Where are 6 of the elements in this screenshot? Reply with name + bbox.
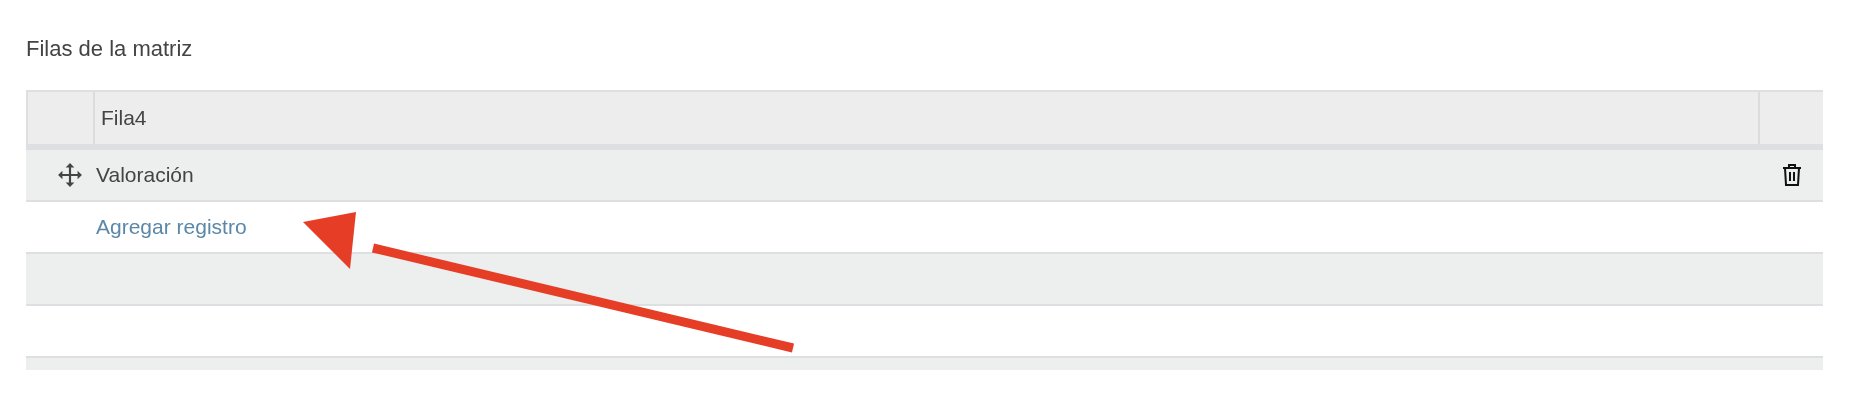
section-title: Filas de la matriz — [26, 35, 194, 63]
trash-icon[interactable] — [1781, 163, 1802, 187]
add-record-link[interactable]: Agregar registro — [93, 215, 247, 239]
row-label: Valoración — [95, 163, 194, 187]
column-header: Fila4 — [95, 92, 1760, 144]
move-icon[interactable] — [57, 162, 83, 188]
